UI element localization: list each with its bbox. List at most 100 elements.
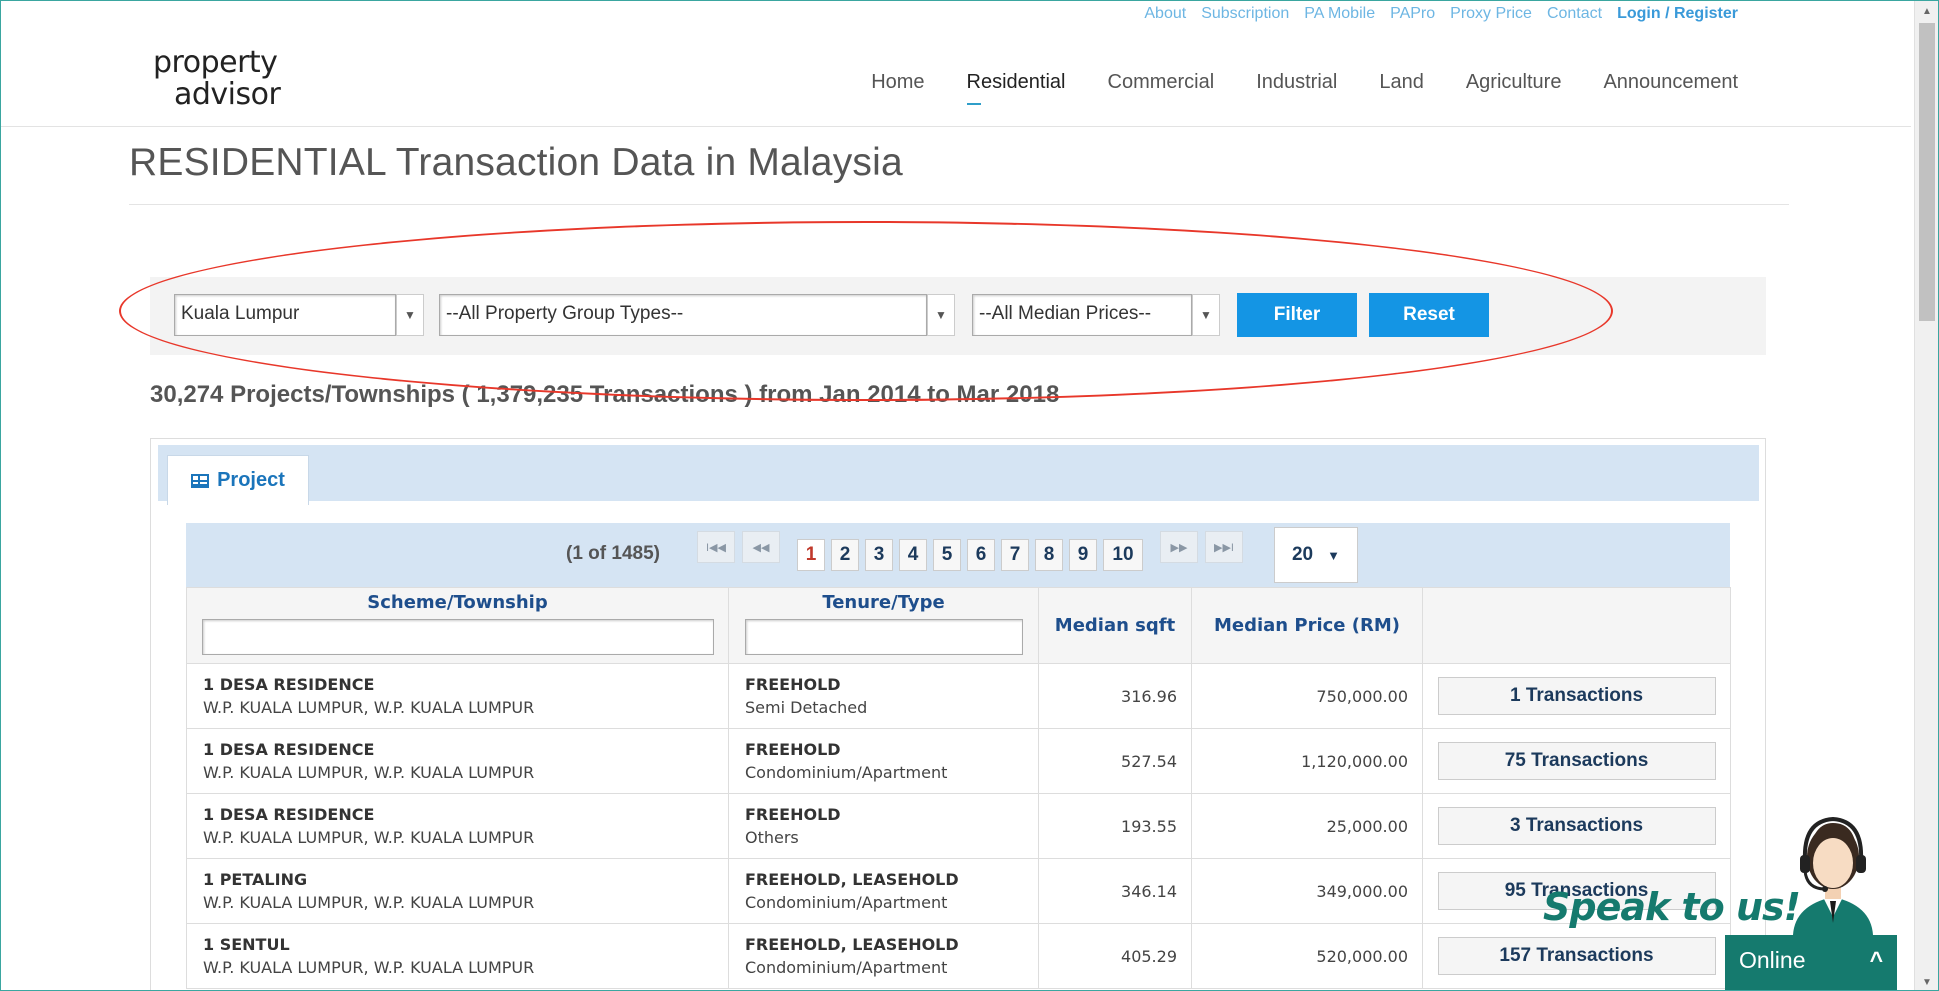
page-3[interactable]: 3: [865, 539, 893, 571]
filter-bar: Kuala Lumpur ▼ --All Property Group Type…: [150, 277, 1766, 355]
nav-home[interactable]: Home: [871, 71, 924, 94]
tenure-cell: FREEHOLD Others: [728, 793, 1039, 859]
scheme-name: 1 SENTUL: [203, 935, 290, 954]
reset-button[interactable]: Reset: [1369, 293, 1489, 337]
chevron-down-icon[interactable]: ▼: [927, 294, 955, 336]
page-1[interactable]: 1: [797, 539, 825, 571]
median-price: 520,000.00: [1191, 923, 1423, 989]
tenure-filter-input[interactable]: [744, 619, 1023, 655]
nav-industrial[interactable]: Industrial: [1256, 71, 1337, 94]
nav-announcement[interactable]: Announcement: [1603, 71, 1738, 94]
nav-commercial[interactable]: Commercial: [1108, 71, 1215, 94]
page-6[interactable]: 6: [967, 539, 995, 571]
property-group-select[interactable]: --All Property Group Types--: [439, 294, 927, 336]
tenure-cell: FREEHOLD, LEASEHOLD Condominium/Apartment: [728, 858, 1039, 924]
property-type: Condominium/Apartment: [745, 893, 948, 912]
tenure-value: FREEHOLD, LEASEHOLD: [745, 870, 959, 889]
transactions-button[interactable]: 3 Transactions: [1437, 807, 1716, 845]
property-type: Condominium/Apartment: [745, 958, 948, 977]
chevron-down-icon[interactable]: ▼: [1192, 294, 1220, 336]
scheme-location: W.P. KUALA LUMPUR, W.P. KUALA LUMPUR: [203, 763, 535, 782]
actions-cell: 1 Transactions: [1422, 663, 1731, 729]
median-sqft: 346.14: [1038, 858, 1192, 924]
results-panel: Project (1 of 1485) I◀◀ ◀◀ 1 2 3 4 5 6 7…: [150, 438, 1766, 990]
chevron-down-icon[interactable]: ▼: [396, 294, 424, 336]
scheme-name: 1 DESA RESIDENCE: [203, 740, 375, 759]
page-8[interactable]: 8: [1035, 539, 1063, 571]
scroll-up-icon[interactable]: ▲: [1915, 1, 1938, 21]
page-5[interactable]: 5: [933, 539, 961, 571]
property-type: Others: [745, 828, 799, 847]
title-divider: [129, 204, 1789, 205]
table-icon: [191, 473, 210, 488]
median-price-select[interactable]: --All Median Prices--: [972, 294, 1192, 336]
transactions-button[interactable]: 75 Transactions: [1437, 742, 1716, 780]
prev-page-icon[interactable]: ◀◀: [742, 531, 780, 563]
nav-agriculture[interactable]: Agriculture: [1466, 71, 1562, 94]
median-price: 349,000.00: [1191, 858, 1423, 924]
subscription-link[interactable]: Subscription: [1201, 5, 1289, 23]
tab-project[interactable]: Project: [167, 455, 309, 505]
pagination-bar: (1 of 1485) I◀◀ ◀◀ 1 2 3 4 5 6 7 8 9 10 …: [186, 523, 1730, 587]
scheme-cell: 1 DESA RESIDENCE W.P. KUALA LUMPUR, W.P. …: [186, 728, 729, 794]
scheme-cell: 1 DESA RESIDENCE W.P. KUALA LUMPUR, W.P. …: [186, 663, 729, 729]
scrollbar-thumb[interactable]: [1919, 23, 1935, 321]
scheme-cell: 1 PETALING W.P. KUALA LUMPUR, W.P. KUALA …: [186, 858, 729, 924]
page-9[interactable]: 9: [1069, 539, 1097, 571]
scheme-location: W.P. KUALA LUMPUR, W.P. KUALA LUMPUR: [203, 893, 535, 912]
papro-link[interactable]: PAPro: [1390, 5, 1435, 23]
chat-online-bar[interactable]: Online ^: [1725, 935, 1897, 990]
about-link[interactable]: About: [1144, 5, 1186, 23]
col-price[interactable]: Median Price (RM): [1191, 587, 1423, 664]
top-links: About Subscription PA Mobile PAPro Proxy…: [1129, 5, 1738, 23]
page-10[interactable]: 10: [1103, 539, 1143, 571]
filter-button[interactable]: Filter: [1237, 293, 1357, 337]
scheme-filter-input[interactable]: [201, 619, 714, 655]
col-scheme-label: Scheme/Township: [367, 592, 548, 613]
table-row: 1 DESA RESIDENCE W.P. KUALA LUMPUR, W.P. …: [186, 728, 1731, 794]
speak-to-us-label[interactable]: Speak to us!: [1543, 885, 1801, 929]
nav-residential[interactable]: Residential: [966, 71, 1066, 105]
tab-bar: Project: [158, 445, 1759, 505]
table-row: 1 SENTUL W.P. KUALA LUMPUR, W.P. KUALA LU…: [186, 923, 1731, 989]
transactions-button[interactable]: 1 Transactions: [1437, 677, 1716, 715]
page-size-select[interactable]: 20 ▼: [1274, 527, 1358, 583]
proxy-price-link[interactable]: Proxy Price: [1450, 5, 1532, 23]
property-type: Semi Detached: [745, 698, 868, 717]
nav-land[interactable]: Land: [1379, 71, 1424, 94]
page-scrollbar[interactable]: ▲ ▼: [1914, 1, 1938, 990]
scheme-location: W.P. KUALA LUMPUR, W.P. KUALA LUMPUR: [203, 958, 535, 977]
page-size-value: 20: [1291, 544, 1314, 565]
scheme-name: 1 PETALING: [203, 870, 308, 889]
login-register-link[interactable]: Login / Register: [1617, 5, 1738, 23]
tenure-value: FREEHOLD: [745, 675, 841, 694]
table-row: 1 DESA RESIDENCE W.P. KUALA LUMPUR, W.P. …: [186, 793, 1731, 859]
last-page-icon[interactable]: ▶▶I: [1205, 531, 1243, 563]
transactions-button[interactable]: 157 Transactions: [1437, 937, 1716, 975]
page-2[interactable]: 2: [831, 539, 859, 571]
median-price: 25,000.00: [1191, 793, 1423, 859]
next-page-icon[interactable]: ▶▶: [1160, 531, 1198, 563]
tenure-cell: FREEHOLD Semi Detached: [728, 663, 1039, 729]
state-select[interactable]: Kuala Lumpur: [174, 294, 396, 336]
table-row: 1 DESA RESIDENCE W.P. KUALA LUMPUR, W.P. …: [186, 663, 1731, 729]
chevron-up-icon[interactable]: ^: [1870, 947, 1883, 980]
first-page-icon[interactable]: I◀◀: [697, 531, 735, 563]
property-advisor-logo[interactable]: property advisor: [153, 47, 293, 113]
page-4[interactable]: 4: [899, 539, 927, 571]
col-sqft[interactable]: Median sqft: [1038, 587, 1192, 664]
site-header: property advisor About Subscription PA M…: [1, 1, 1911, 127]
chat-status: Online: [1739, 947, 1806, 973]
median-sqft: 316.96: [1038, 663, 1192, 729]
page-7[interactable]: 7: [1001, 539, 1029, 571]
table-header-row: Scheme/Township Tenure/Type Median sqft …: [186, 587, 1731, 664]
table-row: 1 PETALING W.P. KUALA LUMPUR, W.P. KUALA …: [186, 858, 1731, 924]
tenure-value: FREEHOLD, LEASEHOLD: [745, 935, 959, 954]
main-nav: Home Residential Commercial Industrial L…: [829, 71, 1738, 105]
contact-link[interactable]: Contact: [1547, 5, 1602, 23]
median-price: 750,000.00: [1191, 663, 1423, 729]
tab-project-label: Project: [217, 469, 285, 491]
pa-mobile-link[interactable]: PA Mobile: [1304, 5, 1375, 23]
scroll-down-icon[interactable]: ▼: [1915, 972, 1938, 990]
property-type: Condominium/Apartment: [745, 763, 948, 782]
